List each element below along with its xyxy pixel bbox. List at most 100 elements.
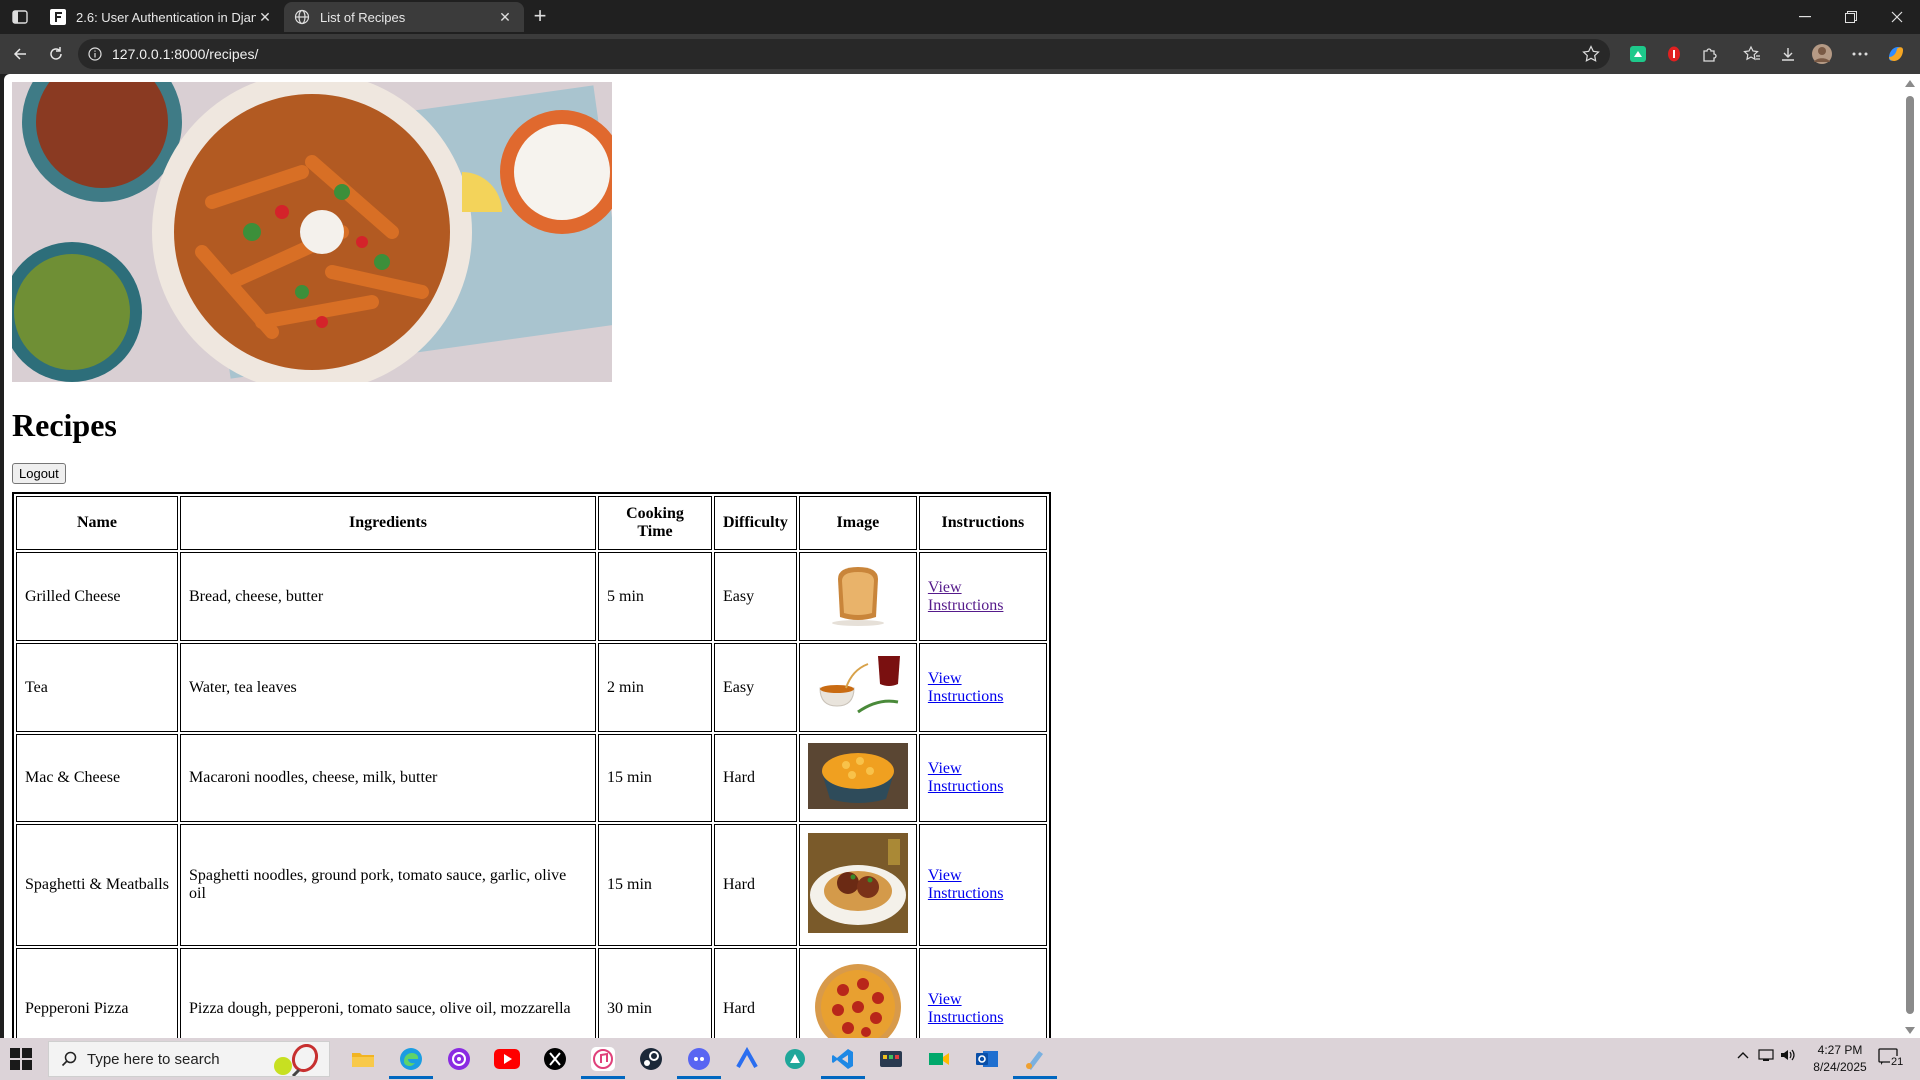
copilot-icon[interactable] — [1884, 42, 1908, 66]
teal-app-icon[interactable] — [780, 1044, 810, 1074]
x-twitter-icon[interactable] — [540, 1044, 570, 1074]
meet-video-icon[interactable] — [924, 1044, 954, 1074]
recipe-difficulty: Hard — [714, 824, 797, 947]
site-info-icon[interactable] — [78, 47, 112, 61]
spaghetti-image — [807, 832, 908, 933]
table-row: Spaghetti & Meatballs Spaghetti noodles,… — [16, 824, 1047, 947]
favorites-icon[interactable] — [1740, 42, 1764, 66]
active-indicator — [821, 1076, 865, 1079]
mac-and-cheese-image — [807, 742, 908, 809]
notifications-icon[interactable]: 21 — [1878, 1048, 1910, 1070]
youtube-icon[interactable] — [492, 1044, 522, 1074]
search-icon — [61, 1051, 77, 1067]
active-indicator — [1013, 1076, 1057, 1079]
itunes-icon[interactable] — [581, 1044, 625, 1079]
file-explorer-icon[interactable] — [348, 1044, 378, 1074]
tennis-racket-icon — [265, 1043, 325, 1080]
globe-icon — [294, 9, 310, 25]
table-row: Mac & Cheese Macaroni noodles, cheese, m… — [16, 734, 1047, 823]
network-icon[interactable] — [1758, 1048, 1774, 1065]
tab-list-of-recipes[interactable]: List of Recipes ✕ — [284, 2, 524, 32]
address-bar[interactable]: 127.0.0.1:8000/recipes/ — [78, 39, 1610, 69]
view-instructions-link[interactable]: View Instructions — [928, 579, 1004, 614]
recipe-difficulty: Hard — [714, 948, 797, 1038]
page-viewport: Recipes Logout Name Ingredients Cooking … — [4, 74, 1900, 1038]
header-name: Name — [16, 496, 178, 551]
active-indicator — [677, 1076, 721, 1079]
volume-icon[interactable] — [1780, 1048, 1796, 1065]
recipe-cooking-time: 5 min — [598, 552, 712, 642]
active-indicator — [389, 1076, 433, 1079]
windows-taskbar: Type here to search 4:27 PM 8/24/2025 21 — [0, 1038, 1920, 1080]
refresh-icon[interactable] — [44, 42, 68, 66]
taskbar-clock[interactable]: 4:27 PM 8/24/2025 — [1800, 1042, 1880, 1076]
grilled-cheese-image — [807, 559, 908, 630]
scrollbar-thumb[interactable] — [1906, 96, 1914, 1014]
recipe-ingredients: Spaghetti noodles, ground pork, tomato s… — [180, 824, 596, 947]
view-instructions-link[interactable]: View Instructions — [928, 760, 1004, 795]
view-instructions-link[interactable]: View Instructions — [928, 991, 1004, 1026]
recipe-ingredients: Pizza dough, pepperoni, tomato sauce, ol… — [180, 948, 596, 1038]
search-placeholder: Type here to search — [87, 1050, 220, 1068]
favorite-star-icon[interactable] — [1582, 45, 1600, 68]
recipe-instructions-cell: View Instructions — [918, 948, 1047, 1038]
table-header-row: Name Ingredients Cooking Time Difficulty… — [16, 496, 1047, 551]
show-hidden-icons-chevron[interactable] — [1736, 1048, 1750, 1065]
recipe-cooking-time: 2 min — [598, 643, 712, 733]
new-tab-icon[interactable]: + — [528, 5, 552, 28]
header-instructions: Instructions — [918, 496, 1047, 551]
view-instructions-link[interactable]: View Instructions — [928, 867, 1004, 902]
paint-app-icon[interactable] — [1013, 1044, 1057, 1079]
browser-toolbar: 127.0.0.1:8000/recipes/ — [0, 34, 1920, 74]
back-arrow-icon[interactable] — [8, 42, 32, 66]
table-row: Tea Water, tea leaves 2 min Easy View In… — [16, 643, 1047, 733]
header-cooking-time: Cooking Time — [598, 496, 712, 551]
tab-user-authentication[interactable]: 2.6: User Authentication in Django ✕ — [40, 2, 284, 32]
taskbar-search-box[interactable]: Type here to search — [48, 1041, 330, 1080]
edge-browser-icon[interactable] — [389, 1044, 433, 1079]
vscode-icon[interactable] — [821, 1044, 865, 1079]
scroll-down-icon[interactable] — [1905, 1027, 1915, 1034]
outlook-icon[interactable] — [972, 1044, 1002, 1074]
windows-start-icon[interactable] — [10, 1048, 32, 1070]
profile-avatar[interactable] — [1810, 42, 1834, 66]
restore-icon[interactable] — [1828, 0, 1874, 34]
page-scrollbar[interactable] — [1900, 74, 1920, 1038]
recipe-name: Mac & Cheese — [16, 734, 178, 823]
hero-food-image — [12, 82, 612, 382]
header-image: Image — [798, 496, 917, 551]
downloads-icon[interactable] — [1776, 42, 1800, 66]
close-tab-icon[interactable]: ✕ — [496, 8, 514, 26]
tab-favicon-icon — [50, 9, 66, 25]
recipe-image-cell — [798, 948, 917, 1038]
scroll-up-icon[interactable] — [1905, 80, 1915, 87]
extension-green-icon[interactable] — [1626, 42, 1650, 66]
close-window-icon[interactable] — [1874, 0, 1920, 34]
discord-icon[interactable] — [677, 1044, 721, 1079]
minimize-icon[interactable] — [1782, 0, 1828, 34]
recipe-image-cell — [798, 643, 917, 733]
tab-actions-icon[interactable] — [8, 6, 32, 28]
podcast-app-icon[interactable] — [444, 1044, 474, 1074]
recipe-cooking-time: 15 min — [598, 734, 712, 823]
game-app-icon[interactable] — [876, 1044, 906, 1074]
extension-red-icon[interactable] — [1662, 42, 1686, 66]
tea-image — [807, 650, 908, 721]
steam-icon[interactable] — [636, 1044, 666, 1074]
recipe-image-cell — [798, 552, 917, 642]
recipe-instructions-cell: View Instructions — [918, 734, 1047, 823]
recipe-ingredients: Bread, cheese, butter — [180, 552, 596, 642]
more-options-icon[interactable] — [1848, 42, 1872, 66]
close-tab-icon[interactable]: ✕ — [256, 8, 274, 26]
url-text[interactable]: 127.0.0.1:8000/recipes/ — [112, 46, 258, 62]
view-instructions-link[interactable]: View Instructions — [928, 670, 1004, 705]
recipe-cooking-time: 15 min — [598, 824, 712, 947]
recipe-instructions-cell: View Instructions — [918, 552, 1047, 642]
arc-app-icon[interactable] — [732, 1044, 762, 1074]
logout-button[interactable]: Logout — [12, 463, 66, 485]
recipe-name: Grilled Cheese — [16, 552, 178, 642]
recipes-table: Name Ingredients Cooking Time Difficulty… — [12, 492, 1051, 1038]
extensions-puzzle-icon[interactable] — [1698, 42, 1722, 66]
pizza-image — [807, 961, 908, 1038]
active-indicator — [581, 1076, 625, 1079]
